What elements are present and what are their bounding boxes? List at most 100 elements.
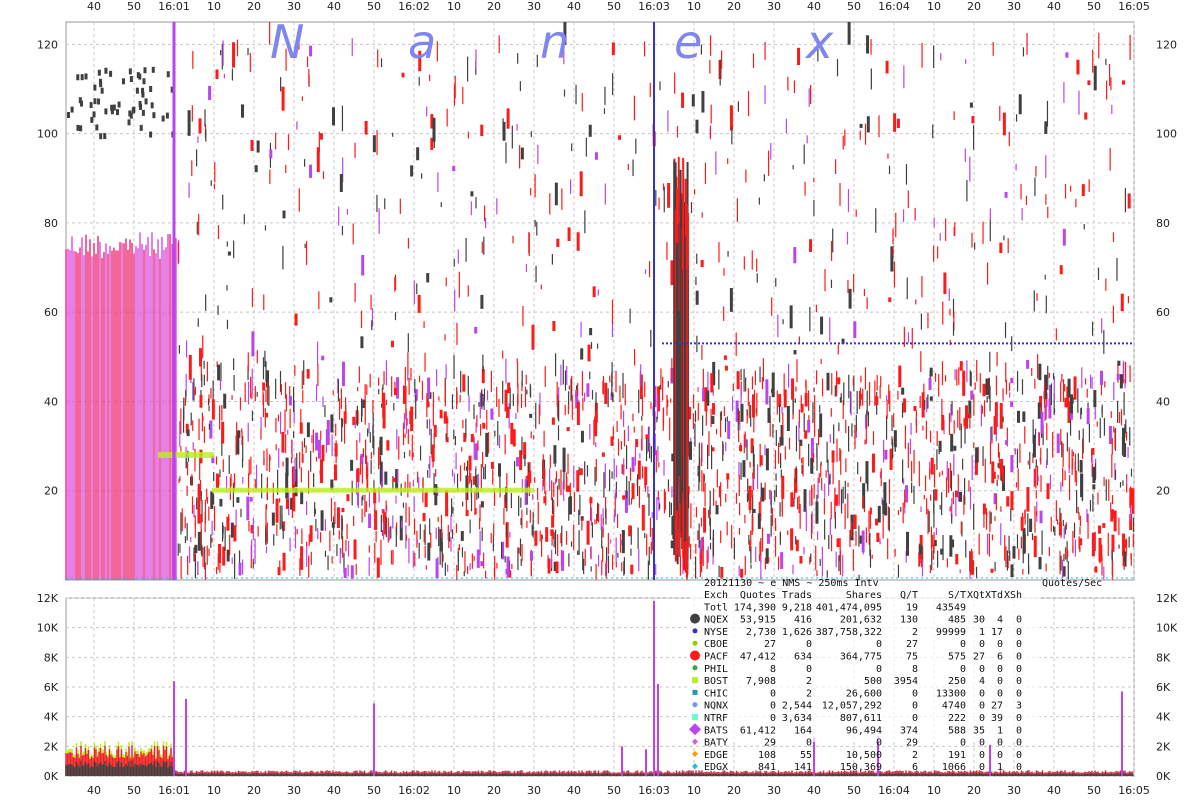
table-cell: 1 xyxy=(997,725,1003,736)
top-x-tick-label: 40 xyxy=(807,0,821,13)
table-cell: 0 xyxy=(960,639,966,650)
top-x-tick-label: 30 xyxy=(1007,0,1021,13)
table-cell: 26,600 xyxy=(846,688,882,699)
bottom-x-tick-label: 10 xyxy=(927,784,941,797)
table-cell: 2 xyxy=(912,750,918,761)
table-cell: 55 xyxy=(800,750,812,761)
top-axis-labels: 40 50 16:01 10 20 30 40 50 16:02 10 20 30 40 50 16:03 1… xyxy=(37,0,1177,498)
total-row-cell: Totl xyxy=(704,602,728,613)
table-cell: 30 xyxy=(973,615,985,626)
legend-marker xyxy=(692,763,698,770)
top-y-tick-label-left: 60 xyxy=(44,306,58,319)
bottom-x-tick-label: 40 xyxy=(87,784,101,797)
table-cell: 0 xyxy=(979,664,985,675)
quote-mark xyxy=(99,81,103,88)
bottom-x-tick-label: 30 xyxy=(767,784,781,797)
table-cell: 0 xyxy=(1016,664,1022,675)
quote-mark xyxy=(129,112,133,119)
table-cell: 0 xyxy=(997,750,1003,761)
table-cell: 3954 xyxy=(894,676,918,687)
table-cell: 1,626 xyxy=(782,627,812,638)
top-x-tick-label: 16:02 xyxy=(398,0,430,13)
table-cell: 6 xyxy=(997,652,1003,663)
top-x-tick-label: 20 xyxy=(967,0,981,13)
bottom-y-tick-label-left: 6K xyxy=(44,681,59,694)
legend-marker xyxy=(692,702,698,708)
quote-mark xyxy=(103,133,107,140)
quote-mark xyxy=(79,125,83,132)
top-y-tick-label-left: 100 xyxy=(37,128,58,141)
bottom-y-tick-label-left: 2K xyxy=(44,740,59,753)
bottom-x-tick-label: 16:03 xyxy=(638,784,670,797)
top-x-tick-label: 40 xyxy=(567,0,581,13)
column-header: XTd xyxy=(985,590,1003,601)
table-cell: NYSE xyxy=(704,627,728,638)
table-cell: 108 xyxy=(758,750,776,761)
quote-mark xyxy=(149,86,153,93)
watermark-letter-2: a xyxy=(408,15,436,69)
table-cell: 130 xyxy=(900,615,918,626)
table-cell: 0 xyxy=(997,688,1003,699)
column-header: Shares xyxy=(846,590,882,601)
top-x-tick-label: 10 xyxy=(207,0,221,13)
table-cell: 4 xyxy=(997,615,1003,626)
column-header: Trads xyxy=(782,590,812,601)
table-cell: 3 xyxy=(1016,701,1022,712)
table-cell: BATY xyxy=(704,738,728,749)
quote-mark xyxy=(109,70,113,77)
bottom-x-tick-label: 40 xyxy=(567,784,581,797)
legend-marker xyxy=(690,650,700,661)
top-y-tick-label-right: 40 xyxy=(1156,395,1170,408)
bottom-x-tick-label: 50 xyxy=(367,784,381,797)
legend-marker xyxy=(692,750,698,757)
bottom-x-tick-label: 40 xyxy=(807,784,821,797)
table-cell: 4740 xyxy=(942,701,966,712)
table-cell: 0 xyxy=(979,713,985,724)
table-cell: NQNX xyxy=(704,701,728,712)
bottom-y-tick-label-left: 8K xyxy=(44,651,59,664)
table-cell: 0 xyxy=(1016,713,1022,724)
top-x-tick-label: 50 xyxy=(607,0,621,13)
total-row-cell: 43549 xyxy=(936,602,966,613)
bottom-x-tick-label: 40 xyxy=(327,784,341,797)
table-cell: 0 xyxy=(979,762,985,773)
table-cell: 841 xyxy=(758,762,776,773)
units-label: Quotes/Sec xyxy=(1042,578,1102,589)
table-cell: 485 xyxy=(948,615,966,626)
table-cell: 0 xyxy=(912,688,918,699)
table-cell: 0 xyxy=(806,639,812,650)
top-x-tick-label: 40 xyxy=(87,0,101,13)
total-row-cell: 9,218 xyxy=(782,602,812,613)
quote-mark xyxy=(139,124,143,131)
top-x-tick-label: 40 xyxy=(1047,0,1061,13)
legend-marker xyxy=(692,628,698,634)
top-y-tick-label-left: 20 xyxy=(44,485,58,498)
table-cell: BATS xyxy=(704,725,728,736)
table-cell: 35 xyxy=(973,725,985,736)
bottom-x-tick-label: 50 xyxy=(127,784,141,797)
table-cell: 2 xyxy=(912,627,918,638)
quote-mark xyxy=(97,98,101,105)
table-cell: 3,634 xyxy=(782,713,812,724)
top-x-tick-label: 50 xyxy=(1087,0,1101,13)
column-header: S/T xyxy=(948,590,966,601)
table-cell: PHIL xyxy=(704,664,728,675)
table-cell: 13300 xyxy=(936,688,966,699)
bottom-y-tick-label-right: 10K xyxy=(1156,622,1178,635)
bottom-x-tick-label: 30 xyxy=(1007,784,1021,797)
table-cell: 141 xyxy=(794,762,812,773)
bottom-y-tick-label-left: 0K xyxy=(44,770,59,783)
table-cell: 387,758,322 xyxy=(816,627,882,638)
top-x-tick-label: 16:04 xyxy=(878,0,910,13)
legend-marker xyxy=(692,714,698,720)
table-cell: 0 xyxy=(770,713,776,724)
table-cell: PACF xyxy=(704,652,728,663)
table-cell: NTRF xyxy=(704,713,728,724)
watermark-letter-3: n xyxy=(540,15,569,69)
top-x-tick-label: 20 xyxy=(727,0,741,13)
table-cell: 0 xyxy=(770,688,776,699)
table-cell: 416 xyxy=(794,615,812,626)
table-cell: 0 xyxy=(770,701,776,712)
bottom-x-tick-label: 16:01 xyxy=(158,784,190,797)
quote-mark xyxy=(135,87,139,94)
